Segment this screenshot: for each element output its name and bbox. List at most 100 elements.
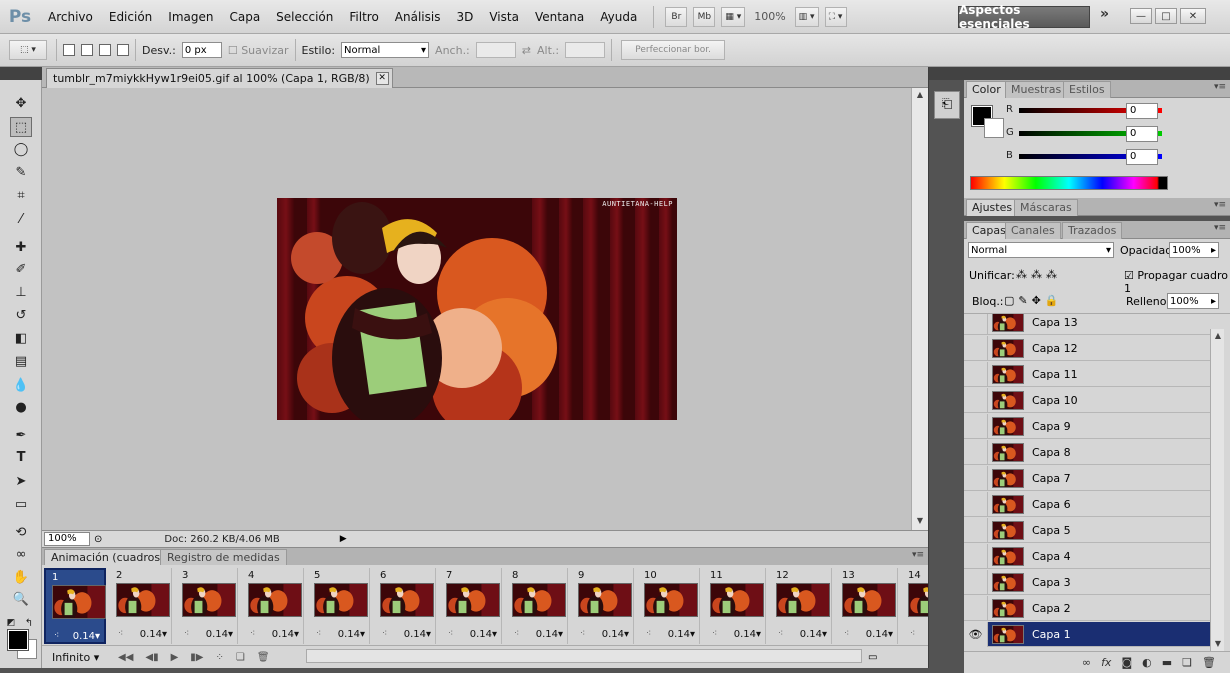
chevron-right-icon[interactable]: ▸ (1211, 296, 1216, 307)
swap-icon[interactable]: ⇄ (522, 44, 531, 57)
frame-disposal-icon[interactable]: ⁖ (778, 629, 783, 639)
frame-disposal-icon[interactable]: ⁖ (316, 629, 321, 639)
layer-row[interactable]: Capa 11 (964, 361, 1210, 387)
scroll-up-icon[interactable]: ▲ (914, 90, 926, 102)
screen-mode-button[interactable]: ⛶ ▾ (824, 6, 847, 27)
marquee-tool-icon[interactable]: ⬚ (10, 117, 32, 137)
frame-disposal-icon[interactable]: ⁖ (646, 629, 651, 639)
menu-ventana[interactable]: Ventana (527, 10, 592, 24)
tab-measurement-log[interactable]: Registro de medidas (160, 549, 287, 566)
layer-row[interactable]: Capa 9 (964, 413, 1210, 439)
opacity-input[interactable]: 100% ▸ (1169, 242, 1219, 258)
animation-frame[interactable]: 14⁖0.14▾ (902, 568, 928, 644)
workspace-more-icon[interactable]: » (1100, 6, 1109, 22)
frame-disposal-icon[interactable]: ⁖ (448, 629, 453, 639)
trash-icon[interactable]: 🗑 (1202, 656, 1216, 669)
layer-row[interactable]: 👁 Capa 1 (964, 621, 1210, 647)
layer-row[interactable]: Capa 10 (964, 387, 1210, 413)
animation-frame[interactable]: 1 ⁖ 0.14▾ (44, 568, 106, 644)
tab-adjustments[interactable]: Ajustes (966, 199, 1019, 216)
layer-row[interactable]: Capa 2 (964, 595, 1210, 621)
frame-disposal-icon[interactable]: ⁖ (580, 629, 585, 639)
new-layer-icon[interactable]: ❏ (1182, 656, 1192, 669)
tab-swatches[interactable]: Muestras (1005, 81, 1068, 98)
history-panel-icon[interactable]: ⎗ (934, 91, 960, 119)
adjustment-icon[interactable]: ◐ (1142, 656, 1152, 669)
visibility-toggle[interactable] (964, 595, 988, 621)
frame-disposal-icon[interactable]: ⁖ (712, 629, 717, 639)
g-input[interactable]: 0 (1126, 126, 1158, 142)
frame-delay[interactable]: 0.14▾ (602, 629, 629, 640)
animation-frame[interactable]: 7 ⁖ 0.14▾ (440, 568, 502, 644)
visibility-toggle[interactable] (964, 387, 988, 413)
animation-frame[interactable]: 9 ⁖ 0.14▾ (572, 568, 634, 644)
blend-mode-select[interactable]: Normal ▾ (968, 242, 1114, 258)
canvas-image[interactable]: AUNTIETANA-HELP (277, 198, 677, 420)
view-extras-button[interactable]: ▦ ▾ (721, 6, 746, 27)
add-selection-icon[interactable] (81, 44, 93, 56)
frame-disposal-icon[interactable]: ⁖ (54, 631, 59, 641)
visibility-toggle[interactable] (964, 465, 988, 491)
frame-delay[interactable]: 0.14▾ (536, 629, 563, 640)
visibility-toggle[interactable] (964, 491, 988, 517)
height-input[interactable] (565, 42, 606, 58)
previous-frame-icon[interactable]: ◀▮ (145, 652, 158, 663)
scroll-down-icon[interactable]: ▼ (1212, 639, 1224, 651)
width-input[interactable] (475, 42, 516, 58)
frame-delay[interactable]: 0.14▾ (272, 629, 299, 640)
subtract-selection-icon[interactable] (99, 44, 111, 56)
tab-animation[interactable]: Animación (cuadros) (44, 549, 172, 566)
menu-edicion[interactable]: Edición (101, 10, 160, 24)
frame-delay[interactable]: 0.14▾ (73, 631, 100, 642)
quick-selection-tool-icon[interactable]: ✎ (10, 162, 32, 182)
menu-seleccion[interactable]: Selección (268, 10, 341, 24)
scroll-down-icon[interactable]: ▼ (914, 516, 926, 528)
animation-frame[interactable]: 10 ⁖ 0.14▾ (638, 568, 700, 644)
maximize-icon[interactable]: □ (1155, 8, 1177, 24)
antialias-checkbox[interactable]: ☐ Suavizar (228, 44, 289, 57)
frame-disposal-icon[interactable]: ⁖ (844, 629, 849, 639)
frame-disposal-icon[interactable]: ⁖ (910, 629, 915, 639)
animation-frame[interactable]: 3 ⁖ 0.14▾ (176, 568, 238, 644)
feather-input[interactable]: 0 px (181, 42, 222, 58)
animation-frame[interactable]: 11 ⁖ 0.14▾ (704, 568, 766, 644)
tab-channels[interactable]: Canales (1005, 222, 1061, 239)
frame-disposal-icon[interactable]: ⁖ (118, 629, 123, 639)
healing-brush-tool-icon[interactable]: ✚ (10, 237, 32, 257)
visibility-toggle[interactable] (964, 361, 988, 387)
blur-tool-icon[interactable]: 💧 (10, 375, 32, 395)
zoom-level[interactable]: 100% (754, 10, 785, 23)
animation-frame[interactable]: 2 ⁖ 0.14▾ (110, 568, 172, 644)
menu-imagen[interactable]: Imagen (160, 10, 221, 24)
visibility-toggle[interactable] (964, 314, 988, 335)
visibility-toggle[interactable] (964, 517, 988, 543)
panel-menu-icon[interactable]: ▾≡ (1214, 82, 1226, 92)
foreground-color-swatch[interactable] (7, 629, 29, 651)
color-spectrum[interactable] (970, 176, 1168, 190)
scroll-up-icon[interactable]: ▲ (1212, 331, 1224, 343)
animation-frame[interactable]: 6 ⁖ 0.14▾ (374, 568, 436, 644)
frame-delay[interactable]: 0.14▾ (470, 629, 497, 640)
panel-menu-icon[interactable]: ▾≡ (1214, 223, 1226, 233)
layer-row[interactable]: Capa 13 (964, 314, 1210, 335)
folder-icon[interactable]: ▬ (1162, 656, 1172, 669)
layers-scrollbar[interactable]: ▲ ▼ (1210, 329, 1224, 654)
animation-frame[interactable]: 8 ⁖ 0.14▾ (506, 568, 568, 644)
workspace-button[interactable]: Aspectos esenciales (958, 3, 1090, 31)
3d-orbit-tool-icon[interactable]: ∞ (10, 544, 32, 564)
eye-icon[interactable]: 👁 (964, 621, 988, 647)
visibility-toggle[interactable] (964, 543, 988, 569)
visibility-toggle[interactable] (964, 335, 988, 361)
tab-paths[interactable]: Trazados (1062, 222, 1123, 239)
unify-icons[interactable]: ⁂⁂⁂ (1016, 268, 1061, 281)
close-icon[interactable]: ✕ (1180, 8, 1206, 24)
link-icon[interactable]: ∞ (1082, 656, 1091, 669)
eraser-tool-icon[interactable]: ◧ (10, 328, 32, 348)
tween-icon[interactable]: ⁘ (216, 652, 224, 663)
export-icon[interactable]: ⊙ (94, 534, 102, 545)
menu-analisis[interactable]: Análisis (387, 10, 449, 24)
frame-disposal-icon[interactable]: ⁖ (184, 629, 189, 639)
frame-delay[interactable]: 0.14▾ (140, 629, 167, 640)
shape-tool-icon[interactable]: ▭ (10, 494, 32, 514)
canvas-vertical-scrollbar[interactable]: ▲ ▼ (911, 88, 928, 530)
